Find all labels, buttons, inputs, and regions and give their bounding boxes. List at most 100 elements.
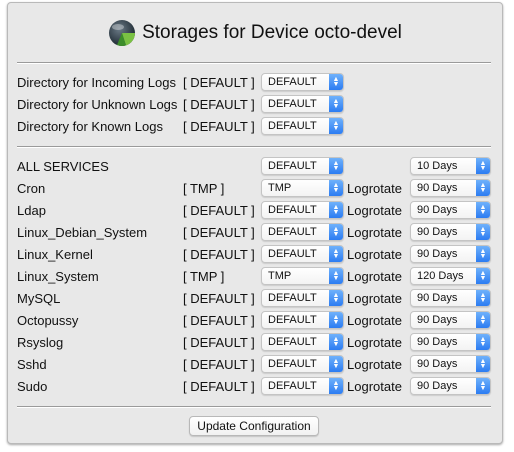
service-row: Sudo [ DEFAULT ] DEFAULT ▲ ▼ Logrotate 90 Days… <box>8 377 502 397</box>
service-name: Linux_System <box>17 269 99 284</box>
service-name: Rsyslog <box>17 335 64 350</box>
chevron-up-down-icon: ▲ ▼ <box>476 334 490 350</box>
service-logrotate-select[interactable]: 90 Days ▲ ▼ <box>410 333 491 351</box>
service-name: Ldap <box>17 203 46 218</box>
service-name: MySQL <box>17 291 61 306</box>
chevron-up-down-icon: ▲ ▼ <box>329 96 343 112</box>
service-storage-select[interactable]: DEFAULT ▲ ▼ <box>261 201 344 219</box>
logrotate-label: Logrotate <box>347 269 402 284</box>
chevron-up-down-icon: ▲ ▼ <box>329 246 343 262</box>
dir-label: Directory for Unknown Logs <box>17 97 178 112</box>
service-current-storage: [ DEFAULT ] <box>183 357 255 372</box>
service-row: Linux_System [ TMP ] TMP ▲ ▼ Logrotate 120 Day… <box>8 267 502 287</box>
chevron-up-down-icon: ▲ ▼ <box>476 290 490 306</box>
logrotate-label: Logrotate <box>347 291 402 306</box>
all-services-select[interactable]: DEFAULT ▲ ▼ <box>261 157 344 175</box>
update-configuration-button[interactable]: Update Configuration <box>189 416 319 436</box>
dir-row-known: Directory for Known Logs [ DEFAULT ] DEF… <box>8 117 502 137</box>
chevron-up-down-icon: ▲ ▼ <box>329 118 343 134</box>
dir-row-incoming: Directory for Incoming Logs [ DEFAULT ] … <box>8 73 502 93</box>
logrotate-label: Logrotate <box>347 335 402 350</box>
chevron-up-down-icon: ▲ ▼ <box>329 378 343 394</box>
divider-top <box>17 62 491 64</box>
service-current-storage: [ DEFAULT ] <box>183 335 255 350</box>
service-logrotate-select[interactable]: 90 Days ▲ ▼ <box>410 377 491 395</box>
service-logrotate-select[interactable]: 90 Days ▲ ▼ <box>410 179 491 197</box>
divider-middle <box>17 146 491 148</box>
service-row: Linux_Kernel [ DEFAULT ] DEFAULT ▲ ▼ Logrotat… <box>8 245 502 265</box>
octopussy-logo-icon <box>109 20 136 47</box>
chevron-up-down-icon: ▲ ▼ <box>476 312 490 328</box>
service-current-storage: [ DEFAULT ] <box>183 225 255 240</box>
dir-current: [ DEFAULT ] <box>183 97 255 112</box>
logrotate-label: Logrotate <box>347 247 402 262</box>
chevron-up-down-icon: ▲ ▼ <box>476 378 490 394</box>
chevron-up-down-icon: ▲ ▼ <box>476 224 490 240</box>
service-storage-select[interactable]: DEFAULT ▲ ▼ <box>261 223 344 241</box>
service-logrotate-select[interactable]: 90 Days ▲ ▼ <box>410 245 491 263</box>
dir-current: [ DEFAULT ] <box>183 75 255 90</box>
service-logrotate-select[interactable]: 90 Days ▲ ▼ <box>410 355 491 373</box>
service-row: Linux_Debian_System [ DEFAULT ] DEFAULT ▲ ▼ L… <box>8 223 502 243</box>
service-storage-select[interactable]: DEFAULT ▲ ▼ <box>261 355 344 373</box>
chevron-up-down-icon: ▲ ▼ <box>329 74 343 90</box>
service-storage-select[interactable]: DEFAULT ▲ ▼ <box>261 377 344 395</box>
service-current-storage: [ TMP ] <box>183 269 225 284</box>
chevron-up-down-icon: ▲ ▼ <box>476 158 490 174</box>
service-storage-select[interactable]: DEFAULT ▲ ▼ <box>261 245 344 263</box>
chevron-up-down-icon: ▲ ▼ <box>476 268 490 284</box>
service-name: Sudo <box>17 379 48 394</box>
all-services-logrotate-select[interactable]: 10 Days ▲ ▼ <box>410 157 491 175</box>
chevron-up-down-icon: ▲ ▼ <box>476 202 490 218</box>
logrotate-label: Logrotate <box>347 225 402 240</box>
service-logrotate-select[interactable]: 120 Days ▲ ▼ <box>410 267 491 285</box>
service-row: Ldap [ DEFAULT ] DEFAULT ▲ ▼ Logrotate 90 Days… <box>8 201 502 221</box>
storage-panel: Storages for Device octo-devel Directory… <box>7 2 503 444</box>
service-logrotate-select[interactable]: 90 Days ▲ ▼ <box>410 223 491 241</box>
service-logrotate-select[interactable]: 90 Days ▲ ▼ <box>410 201 491 219</box>
dir-select-unknown[interactable]: DEFAULT ▲ ▼ <box>261 95 344 113</box>
dir-select-incoming[interactable]: DEFAULT ▲ ▼ <box>261 73 344 91</box>
dir-select-known[interactable]: DEFAULT ▲ ▼ <box>261 117 344 135</box>
service-name: Cron <box>17 181 46 196</box>
service-name: Sshd <box>17 357 47 372</box>
service-storage-select[interactable]: DEFAULT ▲ ▼ <box>261 289 344 307</box>
logrotate-label: Logrotate <box>347 203 402 218</box>
dir-row-unknown: Directory for Unknown Logs [ DEFAULT ] D… <box>8 95 502 115</box>
all-services-label: ALL SERVICES <box>17 159 109 174</box>
service-current-storage: [ DEFAULT ] <box>183 379 255 394</box>
service-row: Rsyslog [ DEFAULT ] DEFAULT ▲ ▼ Logrotate 90 D… <box>8 333 502 353</box>
chevron-up-down-icon: ▲ ▼ <box>329 312 343 328</box>
service-row: Sshd [ DEFAULT ] DEFAULT ▲ ▼ Logrotate 90 Days… <box>8 355 502 375</box>
service-current-storage: [ DEFAULT ] <box>183 313 255 328</box>
chevron-up-down-icon: ▲ ▼ <box>476 246 490 262</box>
service-current-storage: [ DEFAULT ] <box>183 247 255 262</box>
chevron-up-down-icon: ▲ ▼ <box>329 202 343 218</box>
dir-label: Directory for Incoming Logs <box>17 75 176 90</box>
service-name: Linux_Debian_System <box>17 225 148 240</box>
chevron-up-down-icon: ▲ ▼ <box>476 180 490 196</box>
logrotate-label: Logrotate <box>347 181 402 196</box>
logrotate-label: Logrotate <box>347 357 402 372</box>
chevron-up-down-icon: ▲ ▼ <box>329 180 343 196</box>
service-row: MySQL [ DEFAULT ] DEFAULT ▲ ▼ Logrotate 90 Day… <box>8 289 502 309</box>
service-current-storage: [ DEFAULT ] <box>183 291 255 306</box>
service-logrotate-select[interactable]: 90 Days ▲ ▼ <box>410 311 491 329</box>
chevron-up-down-icon: ▲ ▼ <box>329 224 343 240</box>
page-title: Storages for Device octo-devel <box>142 22 402 43</box>
service-current-storage: [ TMP ] <box>183 181 225 196</box>
service-storage-select[interactable]: TMP ▲ ▼ <box>261 179 344 197</box>
chevron-up-down-icon: ▲ ▼ <box>476 356 490 372</box>
service-storage-select[interactable]: DEFAULT ▲ ▼ <box>261 333 344 351</box>
service-storage-select[interactable]: DEFAULT ▲ ▼ <box>261 311 344 329</box>
dir-current: [ DEFAULT ] <box>183 119 255 134</box>
all-services-row: ALL SERVICES DEFAULT ▲ ▼ 10 Days ▲ ▼ <box>8 157 502 177</box>
service-row: Cron [ TMP ] TMP ▲ ▼ Logrotate 90 Days ▲ ▼ <box>8 179 502 199</box>
logrotate-label: Logrotate <box>347 379 402 394</box>
service-storage-select[interactable]: TMP ▲ ▼ <box>261 267 344 285</box>
title-row: Storages for Device octo-devel <box>8 17 502 49</box>
chevron-up-down-icon: ▲ ▼ <box>329 158 343 174</box>
chevron-up-down-icon: ▲ ▼ <box>329 268 343 284</box>
service-logrotate-select[interactable]: 90 Days ▲ ▼ <box>410 289 491 307</box>
service-current-storage: [ DEFAULT ] <box>183 203 255 218</box>
